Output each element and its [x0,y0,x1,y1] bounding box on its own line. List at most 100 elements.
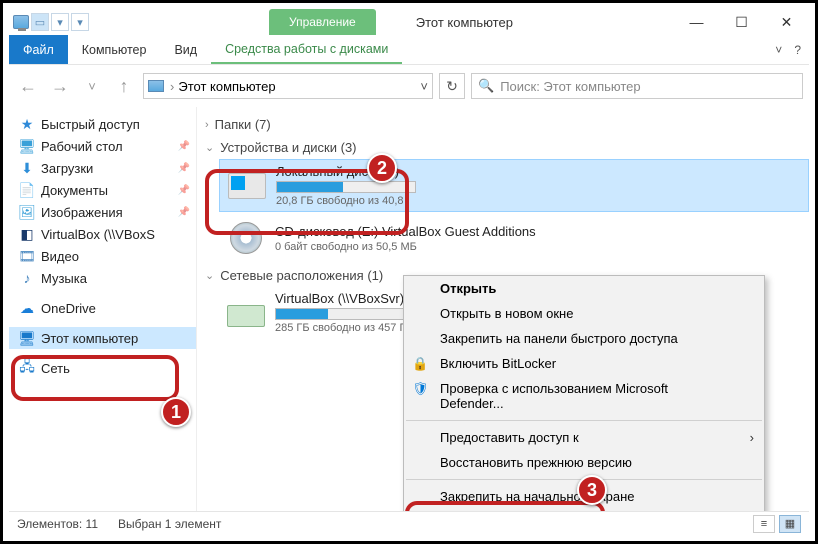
nav-row: ← → ˅ ↑ › Этот компьютер ˅ ↻ 🔍 Поиск: Эт… [9,65,809,107]
status-selection: Выбран 1 элемент [118,517,221,531]
navigation-pane: ★Быстрый доступ 🖥Рабочий стол ⬇Загрузки … [9,107,197,511]
sidebar-label: Загрузки [41,161,93,176]
sidebar-virtualbox[interactable]: ◧ VirtualBox (\\VBoxS [9,223,196,245]
breadcrumb-separator: › [170,79,174,94]
music-icon: ♪ [19,270,35,286]
window-title: Этот компьютер [416,15,513,30]
annotation-bubble-3: 3 [577,475,607,505]
history-dropdown[interactable]: ˅ [79,73,105,99]
view-details-button[interactable]: ≡ [753,515,775,533]
group-devices[interactable]: ⌄ Устройства и диски (3) [197,136,809,159]
submenu-arrow-icon: › [750,430,754,445]
sidebar-label: VirtualBox (\\VBoxS [41,227,155,242]
qat-properties-icon[interactable]: ▭ [31,13,49,31]
ctx-label: Проверка с использованием Microsoft Defe… [440,381,668,411]
group-label: Сетевые расположения (1) [220,268,383,283]
ctx-restore[interactable]: Восстановить прежнюю версию [404,450,764,475]
sidebar-label: OneDrive [41,301,96,316]
ribbon-contextual-label: Управление [269,9,376,35]
network-icon: 🖧 [19,360,35,376]
status-bar: Элементов: 11 Выбран 1 элемент ≡ ▦ [9,511,809,535]
tab-view[interactable]: Вид [160,35,211,64]
tab-file[interactable]: Файл [9,35,68,64]
cd-icon [225,220,267,256]
videos-icon: 🎞 [19,248,35,264]
tab-computer[interactable]: Компьютер [68,35,161,64]
sidebar-label: Видео [41,249,79,264]
status-item-count: Элементов: 11 [17,517,98,531]
sidebar-onedrive[interactable]: ☁ OneDrive [9,297,196,319]
sidebar-label: Музыка [41,271,87,286]
search-icon: 🔍 [478,78,494,94]
sidebar-label: Изображения [41,205,123,220]
sidebar-quick-access[interactable]: ★ Быстрый доступ [9,113,196,135]
capacity-bar [276,181,416,193]
sidebar-downloads[interactable]: ⬇Загрузки [9,157,196,179]
ctx-open-new-window[interactable]: Открыть в новом окне [404,301,764,326]
drive-sub: 0 байт свободно из 50,5 МБ [275,241,536,253]
address-bar[interactable]: › Этот компьютер ˅ [143,73,433,99]
ctx-open[interactable]: Открыть [404,276,764,301]
sidebar-label: Сеть [41,361,70,376]
title-bar: ▭ ▾ ▾ Управление Этот компьютер — ☐ ✕ [9,9,809,35]
sidebar-label: Документы [41,183,108,198]
bitlocker-icon: 🔒 [412,356,428,372]
ctx-pin-quick-access[interactable]: Закрепить на панели быстрого доступа [404,326,764,351]
sidebar-music[interactable]: ♪ Музыка [9,267,196,289]
sidebar-this-pc[interactable]: 🖥 Этот компьютер [9,327,196,349]
forward-button[interactable]: → [47,73,73,99]
sidebar-label: Этот компьютер [41,331,138,346]
drive-sub: 20,8 ГБ свободно из 40,8 [276,195,416,207]
system-menu-icon[interactable] [13,15,29,29]
defender-shield-icon: 🛡 [412,381,428,397]
sidebar-videos[interactable]: 🎞 Видео [9,245,196,267]
ribbon-tabs: Файл Компьютер Вид Средства работы с дис… [9,35,809,65]
sidebar-pictures[interactable]: 🖼 Изображения [9,201,196,223]
ctx-bitlocker[interactable]: 🔒 Включить BitLocker [404,351,764,376]
chevron-right-icon: › [205,119,209,131]
onedrive-icon: ☁ [19,300,35,316]
annotation-bubble-2: 2 [367,153,397,183]
ribbon-help-icon[interactable]: ? [794,43,801,57]
ctx-defender[interactable]: 🛡 Проверка с использованием Microsoft Def… [404,376,764,416]
minimize-button[interactable]: — [674,9,719,35]
star-icon: ★ [19,116,35,132]
disk-icon [226,168,268,204]
ctx-share[interactable]: Предоставить доступ к› [404,425,764,450]
drive-c[interactable]: Локальный диск (C:) 20,8 ГБ свободно из … [219,159,809,212]
ctx-separator [406,420,762,421]
group-label: Папки (7) [215,117,271,132]
drive-name: CD-дисковод (E:) VirtualBox Guest Additi… [275,224,536,239]
ribbon-expand-icon[interactable]: ˅ [775,43,782,57]
address-dropdown-icon[interactable]: ˅ [420,79,428,94]
chevron-down-icon: ⌄ [205,141,214,154]
group-folders[interactable]: › Папки (7) [197,113,809,136]
breadcrumb-location[interactable]: Этот компьютер [178,79,275,94]
qat-customize-icon[interactable]: ▾ [71,13,89,31]
search-box[interactable]: 🔍 Поиск: Этот компьютер [471,73,803,99]
sidebar-label: Рабочий стол [41,139,123,154]
tab-disk-tools[interactable]: Средства работы с дисками [211,35,402,64]
context-menu: Открыть Открыть в новом окне Закрепить н… [403,275,765,511]
maximize-button[interactable]: ☐ [719,9,764,35]
group-label: Устройства и диски (3) [220,140,356,155]
sidebar-desktop[interactable]: 🖥 Рабочий стол [9,135,196,157]
view-tiles-button[interactable]: ▦ [779,515,801,533]
back-button[interactable]: ← [15,73,41,99]
sidebar-label: Быстрый доступ [41,117,140,132]
capacity-bar [275,308,415,320]
address-pc-icon [148,80,164,92]
up-button[interactable]: ↑ [111,73,137,99]
refresh-button[interactable]: ↻ [439,73,465,99]
desktop-icon: 🖥 [19,138,35,154]
drive-e[interactable]: CD-дисковод (E:) VirtualBox Guest Additi… [219,216,809,260]
sidebar-network[interactable]: 🖧 Сеть [9,357,196,379]
sidebar-documents[interactable]: 📄Документы [9,179,196,201]
ctx-label: Включить BitLocker [440,356,556,371]
chevron-down-icon: ⌄ [205,269,214,282]
virtualbox-icon: ◧ [19,226,35,242]
qat-new-folder-icon[interactable]: ▾ [51,13,69,31]
pictures-icon: 🖼 [19,204,35,220]
close-button[interactable]: ✕ [764,9,809,35]
pc-icon: 🖥 [19,330,35,346]
